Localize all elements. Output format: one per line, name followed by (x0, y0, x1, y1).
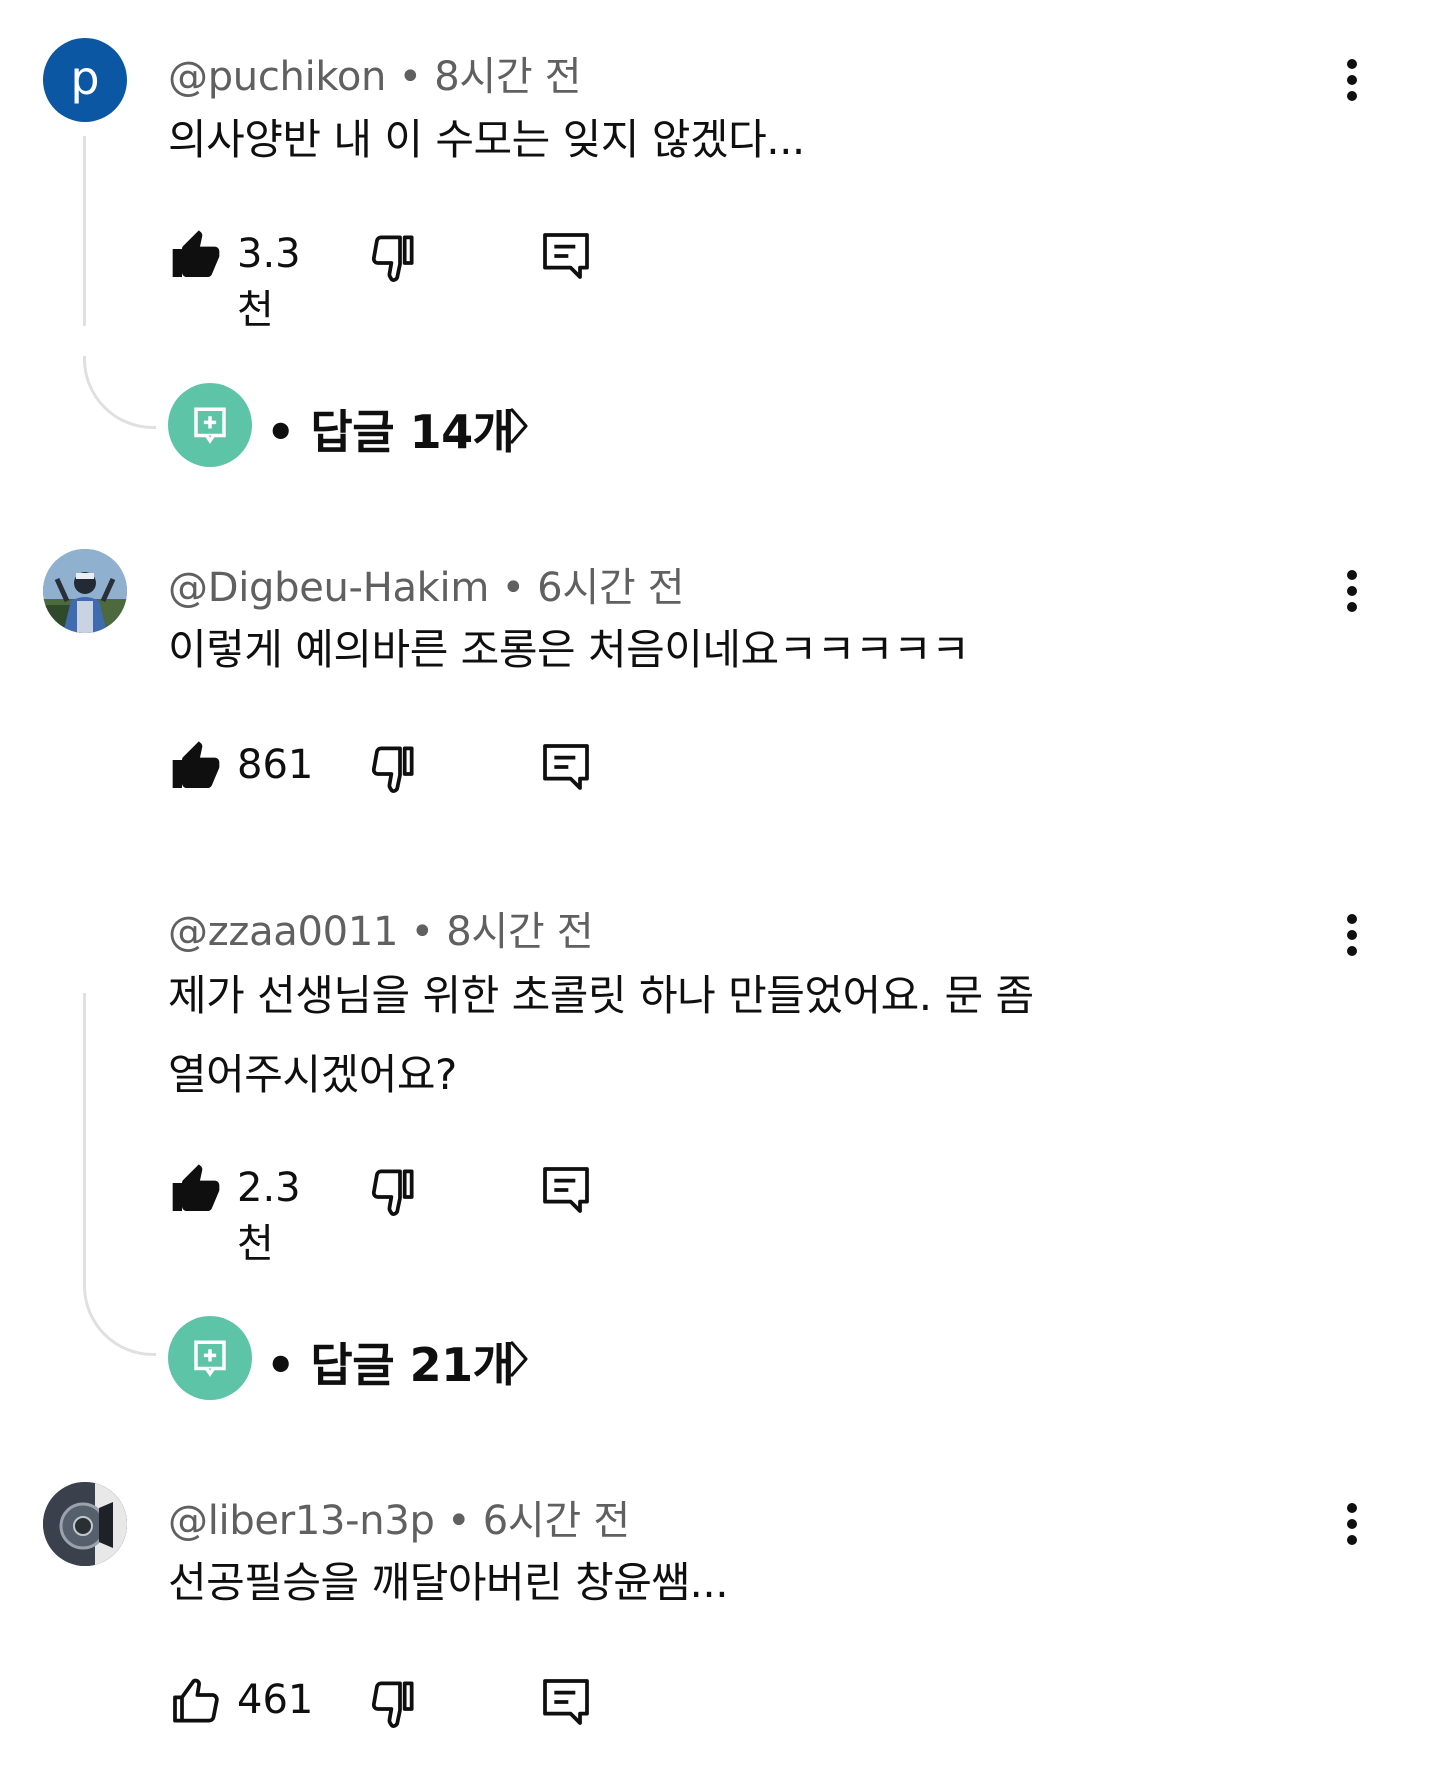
comment-meta: @puchikon • 8시간 전 (168, 44, 582, 102)
author-handle[interactable]: @Digbeu-Hakim (168, 565, 489, 611)
comment-meta: @zzaa0011 • 8시간 전 (168, 899, 594, 957)
comment-text: 이렇게 예의바른 조롱은 처음이네요ㅋㅋㅋㅋㅋ (168, 625, 970, 674)
more-options-icon[interactable] (1322, 50, 1382, 110)
meta-separator: • (410, 909, 435, 955)
comment-time: 8시간 전 (446, 909, 594, 955)
thread-corner (83, 356, 156, 429)
comment-time: 6시간 전 (482, 1498, 630, 1544)
comment-meta: @Digbeu-Hakim • 6시간 전 (168, 555, 685, 613)
reply-icon[interactable] (538, 739, 594, 795)
meta-separator: • (501, 565, 525, 611)
avatar-photo (43, 549, 127, 633)
reply-icon[interactable] (538, 1162, 594, 1218)
replies-count: 답글 14개 (310, 405, 515, 459)
like-count: 861 (237, 742, 314, 788)
like-count: 2.3천 (237, 1165, 301, 1267)
add-reply-icon (194, 1340, 226, 1377)
replies-separator: • (266, 1338, 295, 1392)
comment-text: 선공필승을 깨달아버린 창윤쌤... (168, 1558, 729, 1607)
more-options-icon[interactable] (1322, 1494, 1382, 1554)
view-replies-button[interactable]: • 답글 21개 (266, 1329, 515, 1395)
reply-icon[interactable] (538, 1674, 594, 1730)
avatar[interactable] (43, 549, 127, 633)
more-options-icon[interactable] (1322, 905, 1382, 965)
more-options-icon[interactable] (1322, 561, 1382, 621)
comment-text-line-2: 열어주시겠어요? (168, 1050, 457, 1099)
like-filled-icon[interactable] (168, 1162, 224, 1218)
author-handle[interactable]: @puchikon (168, 54, 386, 100)
meta-separator: • (447, 1498, 471, 1544)
thread-corner (83, 1283, 156, 1356)
comment-text-line-1: 제가 선생님을 위한 초콜릿 하나 만들었어요. 문 좀 (168, 971, 1034, 1020)
avatar[interactable]: p (43, 38, 127, 122)
dislike-icon[interactable] (365, 1674, 421, 1730)
view-replies-button[interactable]: • 답글 14개 (266, 396, 515, 462)
like-filled-icon[interactable] (168, 228, 224, 284)
reply-avatar-badge[interactable] (168, 1316, 252, 1400)
dislike-icon[interactable] (365, 1162, 421, 1218)
like-filled-icon[interactable] (168, 739, 224, 795)
reply-avatar-badge[interactable] (168, 383, 252, 467)
avatar-letter: p (70, 51, 100, 105)
author-handle[interactable]: @zzaa0011 (168, 909, 398, 955)
replies-separator: • (266, 405, 295, 459)
chevron-right-icon[interactable] (506, 1338, 532, 1380)
comment-meta: @liber13-n3p • 6시간 전 (168, 1488, 630, 1546)
dislike-icon[interactable] (365, 228, 421, 284)
dislike-icon[interactable] (365, 739, 421, 795)
like-count: 461 (237, 1677, 314, 1723)
avatar[interactable] (43, 1482, 127, 1566)
like-count: 3.3천 (237, 231, 301, 333)
avatar-photo (43, 1482, 127, 1566)
meta-separator: • (398, 54, 422, 100)
replies-count: 답글 21개 (310, 1338, 515, 1392)
thread-line (83, 993, 86, 1283)
reply-icon[interactable] (538, 228, 594, 284)
like-outline-icon[interactable] (168, 1674, 224, 1730)
thread-line (83, 136, 86, 326)
comment-time: 8시간 전 (434, 54, 582, 100)
chevron-right-icon[interactable] (506, 405, 532, 447)
comment-time: 6시간 전 (537, 565, 685, 611)
add-reply-icon (194, 407, 226, 444)
comment-text: 의사양반 내 이 수모는 잊지 않겠다... (168, 115, 805, 164)
author-handle[interactable]: @liber13-n3p (168, 1498, 435, 1544)
